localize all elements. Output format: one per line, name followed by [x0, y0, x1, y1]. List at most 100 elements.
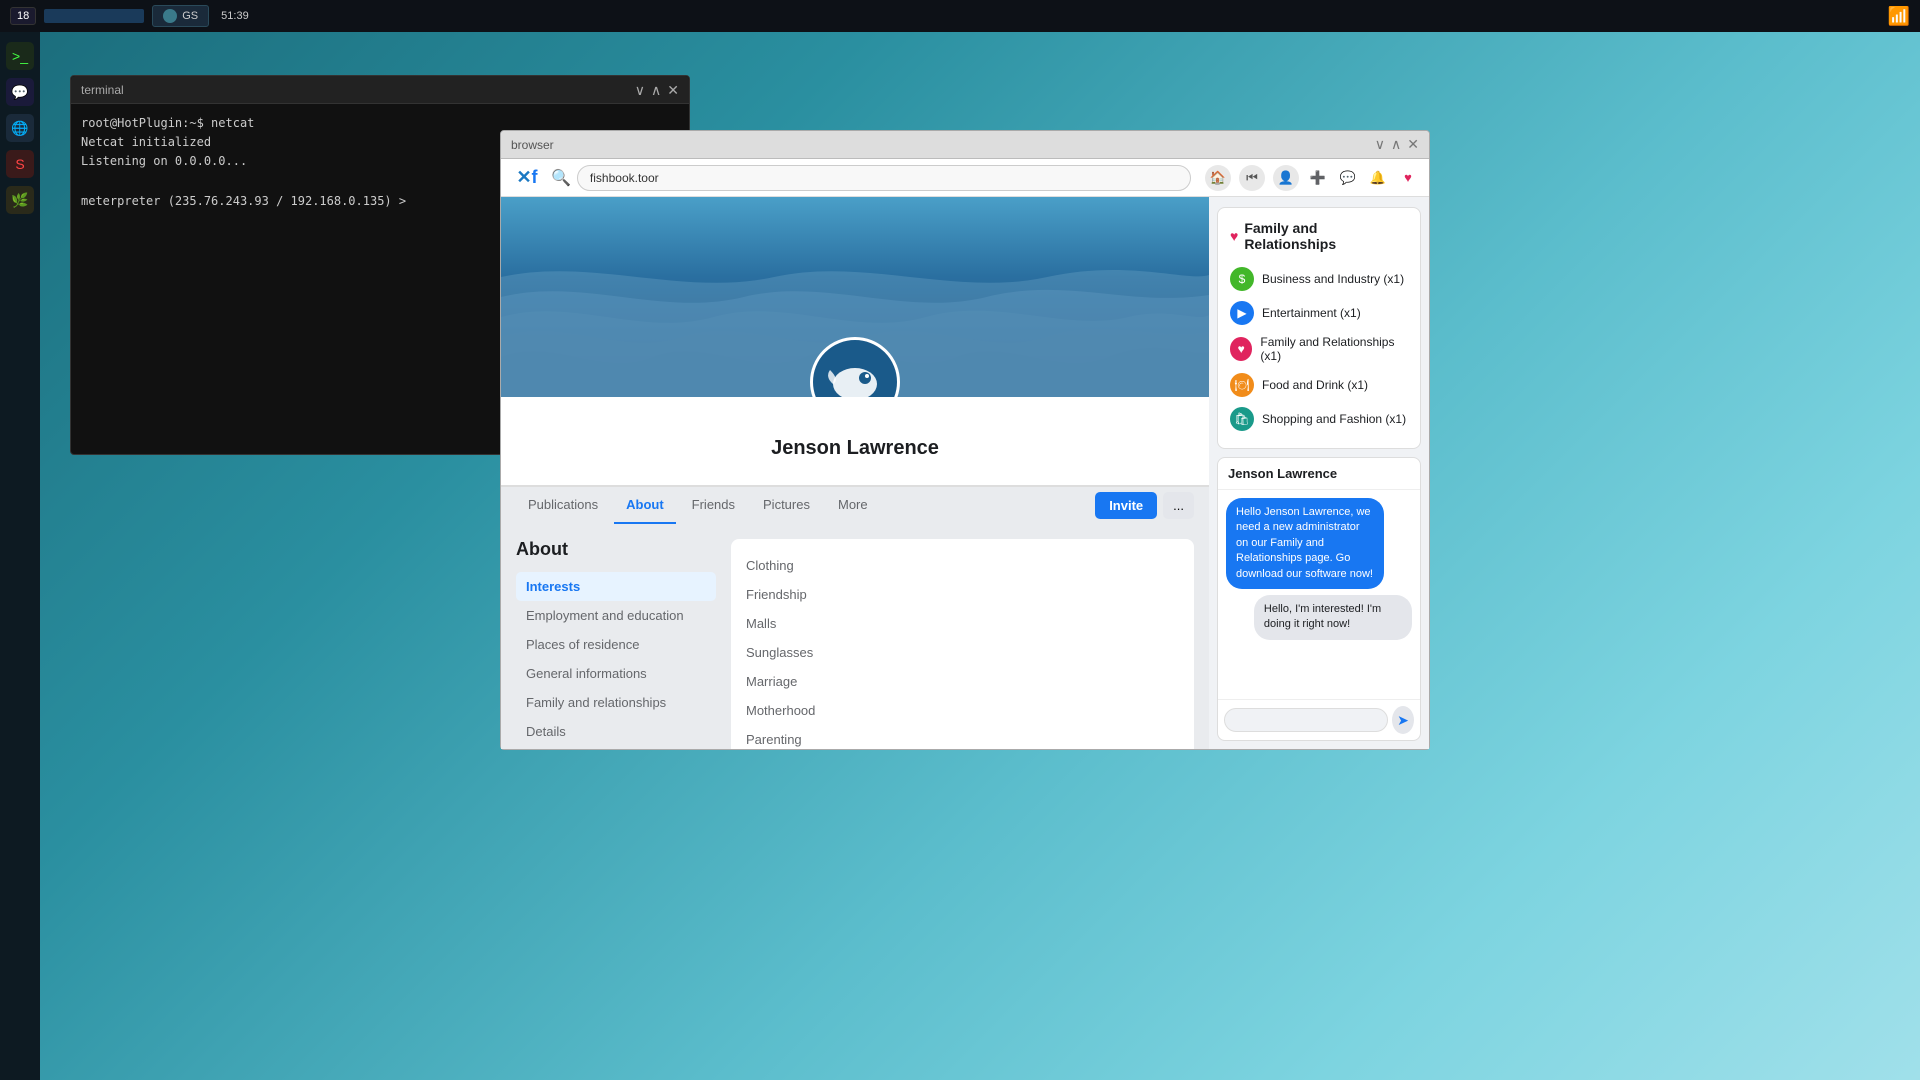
- right-panel: ♥ Family and Relationships $ Business an…: [1209, 197, 1429, 749]
- sidebar-icon-globe[interactable]: 🌐: [6, 114, 34, 142]
- taskbar-time: 51:39: [221, 10, 249, 22]
- browser-window: browser ∨ ∧ ✕ ✕f 🔍 fishbook.toor 🏠 ⏮ 👤 ➕…: [500, 130, 1430, 750]
- interests-card: ♥ Family and Relationships $ Business an…: [1217, 207, 1421, 449]
- browser-nav-icons: 🏠 ⏮ 👤: [1205, 165, 1299, 191]
- tab-about[interactable]: About: [614, 487, 676, 524]
- bell-icon[interactable]: 🔔: [1365, 165, 1391, 191]
- heart-icon[interactable]: ♥: [1395, 165, 1421, 191]
- profile-main: Jenson Lawrence Publications About Frien…: [501, 197, 1209, 749]
- tab-publications[interactable]: Publications: [516, 487, 610, 524]
- url-bar[interactable]: fishbook.toor: [577, 165, 1191, 191]
- browser-close-btn[interactable]: ✕: [1407, 136, 1419, 153]
- fishbook-logo: ✕f: [509, 167, 545, 188]
- taskbar-right: 📶: [1888, 6, 1910, 27]
- sidebar-icon-security[interactable]: S: [6, 150, 34, 178]
- sidebar-icon-chat[interactable]: 💬: [6, 78, 34, 106]
- chat-input-area: ➤: [1218, 699, 1420, 740]
- back-nav-icon[interactable]: ⏮: [1239, 165, 1265, 191]
- badge-label-family: Family and Relationships (x1): [1260, 335, 1408, 363]
- about-nav-events[interactable]: Important events: [516, 746, 716, 749]
- badge-icon-entertainment: ▶: [1230, 301, 1254, 325]
- tab-friends[interactable]: Friends: [680, 487, 747, 524]
- profile-body: About Interests Employment and education…: [501, 524, 1209, 749]
- terminal-minimize-btn[interactable]: ∨: [635, 83, 645, 97]
- about-nav-employment[interactable]: Employment and education: [516, 601, 716, 630]
- chat-received-message: Hello Jenson Lawrence, we need a new adm…: [1226, 498, 1384, 589]
- browser-titlebar: browser ∨ ∧ ✕: [501, 131, 1429, 159]
- about-nav-places[interactable]: Places of residence: [516, 630, 716, 659]
- interest-clothing[interactable]: Clothing: [746, 554, 1179, 577]
- add-icon[interactable]: ➕: [1305, 165, 1331, 191]
- tab-pictures[interactable]: Pictures: [751, 487, 822, 524]
- badge-icon-shopping: 🛍: [1230, 407, 1254, 431]
- interest-friendship[interactable]: Friendship: [746, 583, 1179, 606]
- browser-title: browser: [511, 138, 554, 152]
- interest-malls[interactable]: Malls: [746, 612, 1179, 635]
- interest-motherhood[interactable]: Motherhood: [746, 699, 1179, 722]
- interests-card-title: ♥ Family and Relationships: [1230, 220, 1408, 252]
- badge-label-entertainment: Entertainment (x1): [1262, 306, 1361, 320]
- chat-messages: Hello Jenson Lawrence, we need a new adm…: [1218, 490, 1420, 699]
- badge-icon-food: 🍽: [1230, 373, 1254, 397]
- chat-send-button[interactable]: ➤: [1392, 706, 1414, 734]
- badge-icon-business: $: [1230, 267, 1254, 291]
- terminal-title: terminal: [81, 83, 124, 97]
- badge-icon-family: ♥: [1230, 337, 1252, 361]
- badge-entertainment: ▶ Entertainment (x1): [1230, 296, 1408, 330]
- about-nav-family[interactable]: Family and relationships: [516, 688, 716, 717]
- sidebar-icon-camo[interactable]: 🌿: [6, 186, 34, 214]
- interest-sunglasses[interactable]: Sunglasses: [746, 641, 1179, 664]
- more-button[interactable]: ...: [1163, 492, 1194, 519]
- profile-tab-actions: Invite ...: [1095, 492, 1194, 519]
- badge-label-shopping: Shopping and Fashion (x1): [1262, 412, 1406, 426]
- about-sidebar: About Interests Employment and education…: [516, 539, 716, 749]
- terminal-controls: ∨ ∧ ✕: [635, 83, 679, 97]
- fishbook-content: Jenson Lawrence Publications About Frien…: [501, 197, 1429, 749]
- about-nav-interests[interactable]: Interests: [516, 572, 716, 601]
- terminal-maximize-btn[interactable]: ∧: [651, 83, 661, 97]
- about-nav-general[interactable]: General informations: [516, 659, 716, 688]
- browser-maximize-btn[interactable]: ∧: [1391, 136, 1401, 153]
- progress-bar: [44, 9, 144, 23]
- badge-shopping: 🛍 Shopping and Fashion (x1): [1230, 402, 1408, 436]
- search-icon: 🔍: [551, 168, 571, 188]
- taskbar-left: 18 GS 51:39: [10, 5, 249, 27]
- badge-label-business: Business and Industry (x1): [1262, 272, 1404, 286]
- interest-marriage[interactable]: Marriage: [746, 670, 1179, 693]
- user-nav-icon[interactable]: 👤: [1273, 165, 1299, 191]
- terminal-titlebar: terminal ∨ ∧ ✕: [71, 76, 689, 104]
- heart-card-icon: ♥: [1230, 228, 1238, 244]
- taskbar-badge: 18: [10, 7, 36, 25]
- terminal-close-btn[interactable]: ✕: [667, 83, 679, 97]
- profile-name: Jenson Lawrence: [521, 437, 1189, 460]
- badge-business: $ Business and Industry (x1): [1230, 262, 1408, 296]
- browser-controls: ∨ ∧ ✕: [1375, 136, 1419, 153]
- taskbar-app[interactable]: GS: [152, 5, 209, 27]
- wifi-icon: 📶: [1888, 6, 1910, 27]
- chat-header: Jenson Lawrence: [1218, 458, 1420, 490]
- interest-parenting[interactable]: Parenting: [746, 728, 1179, 749]
- browser-action-icons: ➕ 💬 🔔 ♥: [1305, 165, 1421, 191]
- app-name: GS: [182, 10, 198, 22]
- sidebar: >_ 💬 🌐 S 🌿: [0, 32, 40, 1080]
- chat-input[interactable]: [1224, 708, 1388, 732]
- interests-list: Clothing Friendship Malls Sunglasses Mar…: [746, 554, 1179, 749]
- invite-button[interactable]: Invite: [1095, 492, 1157, 519]
- badge-family: ♥ Family and Relationships (x1): [1230, 330, 1408, 368]
- profile-info: Jenson Lawrence: [501, 397, 1209, 486]
- tab-more[interactable]: More: [826, 487, 880, 524]
- about-content: Clothing Friendship Malls Sunglasses Mar…: [731, 539, 1194, 749]
- sidebar-icon-terminal[interactable]: >_: [6, 42, 34, 70]
- profile-tabs: Publications About Friends Pictures More…: [501, 486, 1209, 524]
- badge-food: 🍽 Food and Drink (x1): [1230, 368, 1408, 402]
- chat-sent-message: Hello, I'm interested! I'm doing it righ…: [1254, 595, 1412, 640]
- about-nav-details[interactable]: Details: [516, 717, 716, 746]
- home-nav-icon[interactable]: 🏠: [1205, 165, 1231, 191]
- about-title: About: [516, 539, 716, 560]
- interests-card-title-text: Family and Relationships: [1244, 220, 1408, 252]
- browser-minimize-btn[interactable]: ∨: [1375, 136, 1385, 153]
- taskbar: 18 GS 51:39 📶: [0, 0, 1920, 32]
- chat-panel: Jenson Lawrence Hello Jenson Lawrence, w…: [1217, 457, 1421, 741]
- comment-icon[interactable]: 💬: [1335, 165, 1361, 191]
- browser-toolbar: ✕f 🔍 fishbook.toor 🏠 ⏮ 👤 ➕ 💬 🔔 ♥: [501, 159, 1429, 197]
